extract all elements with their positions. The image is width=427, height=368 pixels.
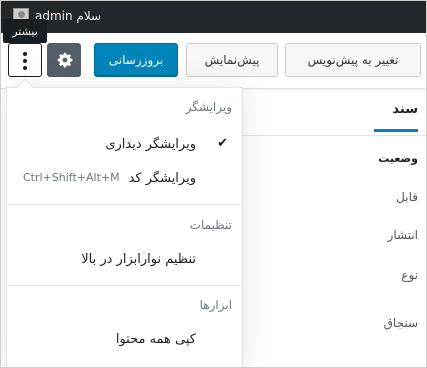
more-vertical-icon bbox=[23, 52, 27, 70]
sidebar-row: قابل bbox=[396, 190, 418, 204]
menu-group-editor-label: ویرایشگر bbox=[185, 100, 232, 114]
sidebar-row: سنجاق bbox=[383, 316, 418, 330]
more-tooltip: بیشتر bbox=[3, 19, 47, 43]
menu-divider bbox=[7, 285, 242, 286]
sidebar-row: نوع bbox=[401, 268, 418, 282]
editor-window: سلام admin تغییر به پیش‌نویس پیش‌نمایش ب… bbox=[0, 0, 427, 368]
menu-group-settings-label: تنظیمات bbox=[189, 218, 232, 232]
settings-sidebar: سند وضعیت قابل انتشار نوع سنجاق bbox=[242, 90, 426, 367]
menu-item-top-toolbar[interactable]: تنظیم نوارابزار در بالا bbox=[7, 244, 242, 274]
gear-icon bbox=[57, 52, 73, 68]
more-tools-menu: ویرایشگر ✔ ویرایشگر دیداری ویرایشگر کد C… bbox=[6, 78, 243, 367]
menu-item-visual-editor[interactable]: ✔ ویرایشگر دیداری bbox=[7, 129, 242, 159]
editor-header: تغییر به پیش‌نویس پیش‌نمایش بروزرسانی bbox=[1, 33, 426, 89]
settings-button[interactable] bbox=[47, 43, 81, 77]
menu-item-label: تنظیم نوارابزار در بالا bbox=[81, 251, 196, 267]
update-button[interactable]: بروزرسانی bbox=[94, 43, 178, 77]
more-tools-button[interactable] bbox=[8, 43, 42, 77]
menu-item-label: ویرایشگر دیداری bbox=[105, 136, 196, 152]
tab-document[interactable]: سند bbox=[374, 102, 418, 132]
status-panel-title[interactable]: وضعیت bbox=[378, 152, 418, 165]
keyboard-shortcut: Ctrl+Shift+Alt+M bbox=[23, 171, 120, 184]
checkmark-icon: ✔ bbox=[217, 136, 228, 151]
admin-bar: سلام admin bbox=[1, 1, 426, 33]
sidebar-row: انتشار bbox=[387, 228, 418, 242]
preview-button[interactable]: پیش‌نمایش bbox=[186, 43, 278, 77]
menu-divider bbox=[7, 204, 242, 205]
menu-item-copy-all-content[interactable]: کپی همه محتوا bbox=[7, 324, 242, 354]
menu-item-code-editor[interactable]: ویرایشگر کد Ctrl+Shift+Alt+M bbox=[7, 163, 242, 193]
sidebar-tabs: سند bbox=[242, 90, 426, 136]
menu-group-tools-label: ابزارها bbox=[199, 298, 232, 312]
menu-item-label: کپی همه محتوا bbox=[115, 331, 196, 347]
switch-to-draft-button[interactable]: تغییر به پیش‌نویس bbox=[285, 43, 421, 77]
menu-item-label: ویرایشگر کد bbox=[128, 170, 196, 186]
